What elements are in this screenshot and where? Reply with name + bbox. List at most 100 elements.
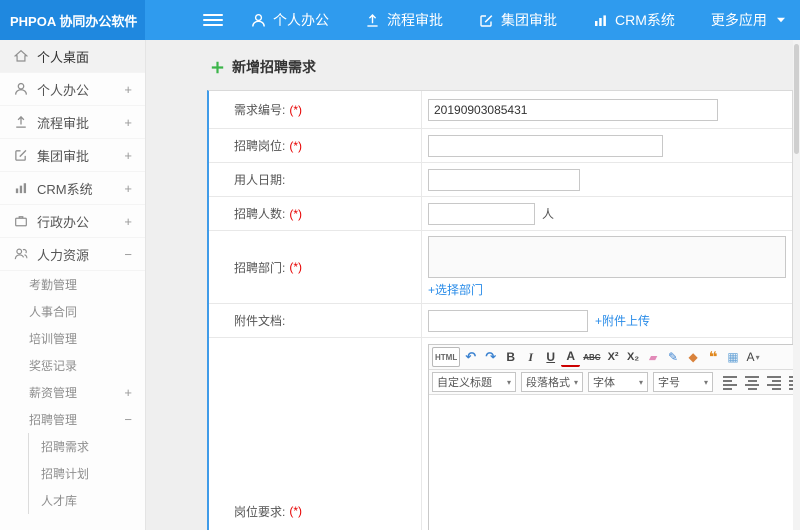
user-icon [14,82,28,96]
blockquote-icon[interactable]: ❝ [704,347,723,367]
sidebar-item-recruit-plan[interactable]: 招聘计划 [29,460,145,487]
sidebar-item-workflow-approval[interactable]: 流程审批 + [0,106,145,139]
recruit-submenu: 招聘需求 招聘计划 人才库 [28,433,145,514]
nav-more-apps[interactable]: 更多应用 [711,10,786,30]
upload-icon [365,13,380,28]
expand-toggle[interactable]: + [124,115,132,130]
chart-icon [14,181,28,195]
sidebar-item-recruit-mgmt[interactable]: 招聘管理 − [0,406,145,433]
table-icon[interactable]: ▦ [724,347,743,367]
collapse-toggle[interactable]: − [124,247,132,262]
nav-label: 个人办公 [273,12,329,28]
sidebar-item-admin-office[interactable]: 行政办公 + [0,205,145,238]
redo-icon[interactable]: ↷ [481,347,500,367]
required-mark: (*) [289,102,303,117]
hire-date-input[interactable] [428,168,580,191]
highlight-color-icon[interactable]: ◆ [684,347,703,367]
app-window: PHPOA 协同办公软件 个人办公 流程审批 集团审批 CRM系统 更多应用 个… [0,0,800,530]
select-department-link[interactable]: +选择部门 [428,281,483,298]
rich-text-editor: HTML ↶ ↷ B I U A ABC X² X₂ ▰ ✎ ◆ ❝ ▦ A ▾… [428,344,800,530]
italic-button[interactable]: I [521,347,540,367]
sidebar-item-personal-desktop[interactable]: 个人桌面 [0,40,145,73]
required-mark: (*) [289,504,303,518]
department-textarea[interactable] [428,236,786,278]
sidebar-item-crm-system[interactable]: CRM系统 + [0,172,145,205]
sidebar-item-attendance-mgmt[interactable]: 考勤管理 [0,271,145,298]
required-mark: (*) [289,138,303,153]
form-row-headcount: 招聘人数: (*) 人 [209,197,792,231]
superscript-button[interactable]: X² [604,347,623,367]
form-row-attachment: 附件文档: +附件上传 [209,304,792,338]
sidebar-item-recruit-demand[interactable]: 招聘需求 [29,433,145,460]
form-row-demand-code: 需求编号: (*) [209,91,792,129]
strikethrough-button[interactable]: ABC [581,347,602,367]
field-label: 附件文档: [209,304,422,337]
required-mark: (*) [289,206,303,221]
menu-icon[interactable] [203,0,223,40]
scrollbar-track[interactable] [793,40,800,530]
undo-icon[interactable]: ↶ [461,347,480,367]
field-label: 岗位要求: (*) [209,338,422,530]
demand-code-input[interactable] [428,98,718,121]
pencil-icon[interactable]: ✎ [664,347,683,367]
html-source-button[interactable]: HTML [432,347,461,367]
eraser-icon[interactable]: ▰ [644,347,663,367]
form-row-department: 招聘部门: (*) +选择部门 [209,231,792,304]
font-family-dropdown[interactable]: 字体 ▾ [588,372,648,392]
caret-down-icon [776,15,786,25]
edit-icon [14,148,28,162]
edit-icon [479,13,494,28]
expand-toggle[interactable]: + [124,214,132,229]
sidebar-item-reward-punishment[interactable]: 奖惩记录 [0,352,145,379]
nav-workflow-approval[interactable]: 流程审批 [365,10,443,30]
custom-title-dropdown[interactable]: 自定义标题 ▾ [432,372,516,392]
sidebar-item-hr-contract[interactable]: 人事合同 [0,298,145,325]
form-row-position: 招聘岗位: (*) [209,129,792,163]
upload-icon [14,115,28,129]
nav-label: 更多应用 [710,12,767,28]
attachment-upload-link[interactable]: +附件上传 [595,312,650,329]
font-menu-button[interactable]: A ▾ [744,347,763,367]
app-logo: PHPOA 协同办公软件 [0,0,145,40]
nav-group-approval[interactable]: 集团审批 [479,10,557,30]
caret-down-icon: ▾ [755,352,760,362]
form-row-job-requirement: 岗位要求: (*) HTML ↶ ↷ B I U A ABC X² X₂ ▰ ✎… [209,338,800,530]
font-size-dropdown[interactable]: 字号 ▾ [653,372,713,392]
nav-personal-office[interactable]: 个人办公 [251,10,329,30]
expand-toggle[interactable]: + [124,82,132,97]
editor-toolbar-row1: HTML ↶ ↷ B I U A ABC X² X₂ ▰ ✎ ◆ ❝ ▦ A ▾ [429,345,800,370]
font-color-button[interactable]: A [561,347,581,367]
paragraph-format-dropdown[interactable]: 段落格式 ▾ [521,372,583,392]
sidebar-item-group-approval[interactable]: 集团审批 + [0,139,145,172]
nav-label: CRM系统 [615,12,675,28]
page-title: 新增招聘需求 [210,57,800,77]
collapse-toggle[interactable]: − [124,412,132,427]
scrollbar-thumb[interactable] [794,44,799,154]
nav-crm-system[interactable]: CRM系统 [593,10,675,30]
field-label: 用人日期: [209,163,422,196]
sidebar-item-personal-office[interactable]: 个人办公 + [0,73,145,106]
bold-button[interactable]: B [501,347,520,367]
editor-content-area[interactable] [429,395,800,530]
attachment-input[interactable] [428,309,588,332]
sidebar-item-training-mgmt[interactable]: 培训管理 [0,325,145,352]
chart-icon [593,13,608,28]
editor-toolbar-row2: 自定义标题 ▾ 段落格式 ▾ 字体 ▾ 字号 ▾ [429,370,800,395]
main-content: 新增招聘需求 需求编号: (*) 招聘岗位: (*) [147,40,800,530]
expand-toggle[interactable]: + [124,181,132,196]
sidebar-item-salary-mgmt[interactable]: 薪资管理 + [0,379,145,406]
align-center-icon[interactable] [743,373,761,391]
sidebar-item-talent-pool[interactable]: 人才库 [29,487,145,514]
underline-button[interactable]: U [541,347,560,367]
sidebar-item-human-resources[interactable]: 人力资源 − [0,238,145,271]
plus-icon [210,60,225,75]
field-label: 招聘部门: (*) [209,231,422,303]
align-left-icon[interactable] [721,373,739,391]
headcount-input[interactable] [428,202,535,225]
position-input[interactable] [428,134,663,157]
subscript-button[interactable]: X₂ [624,347,643,367]
topbar: PHPOA 协同办公软件 个人办公 流程审批 集团审批 CRM系统 更多应用 [0,0,800,40]
expand-toggle[interactable]: + [124,385,132,400]
align-right-icon[interactable] [765,373,783,391]
expand-toggle[interactable]: + [124,148,132,163]
